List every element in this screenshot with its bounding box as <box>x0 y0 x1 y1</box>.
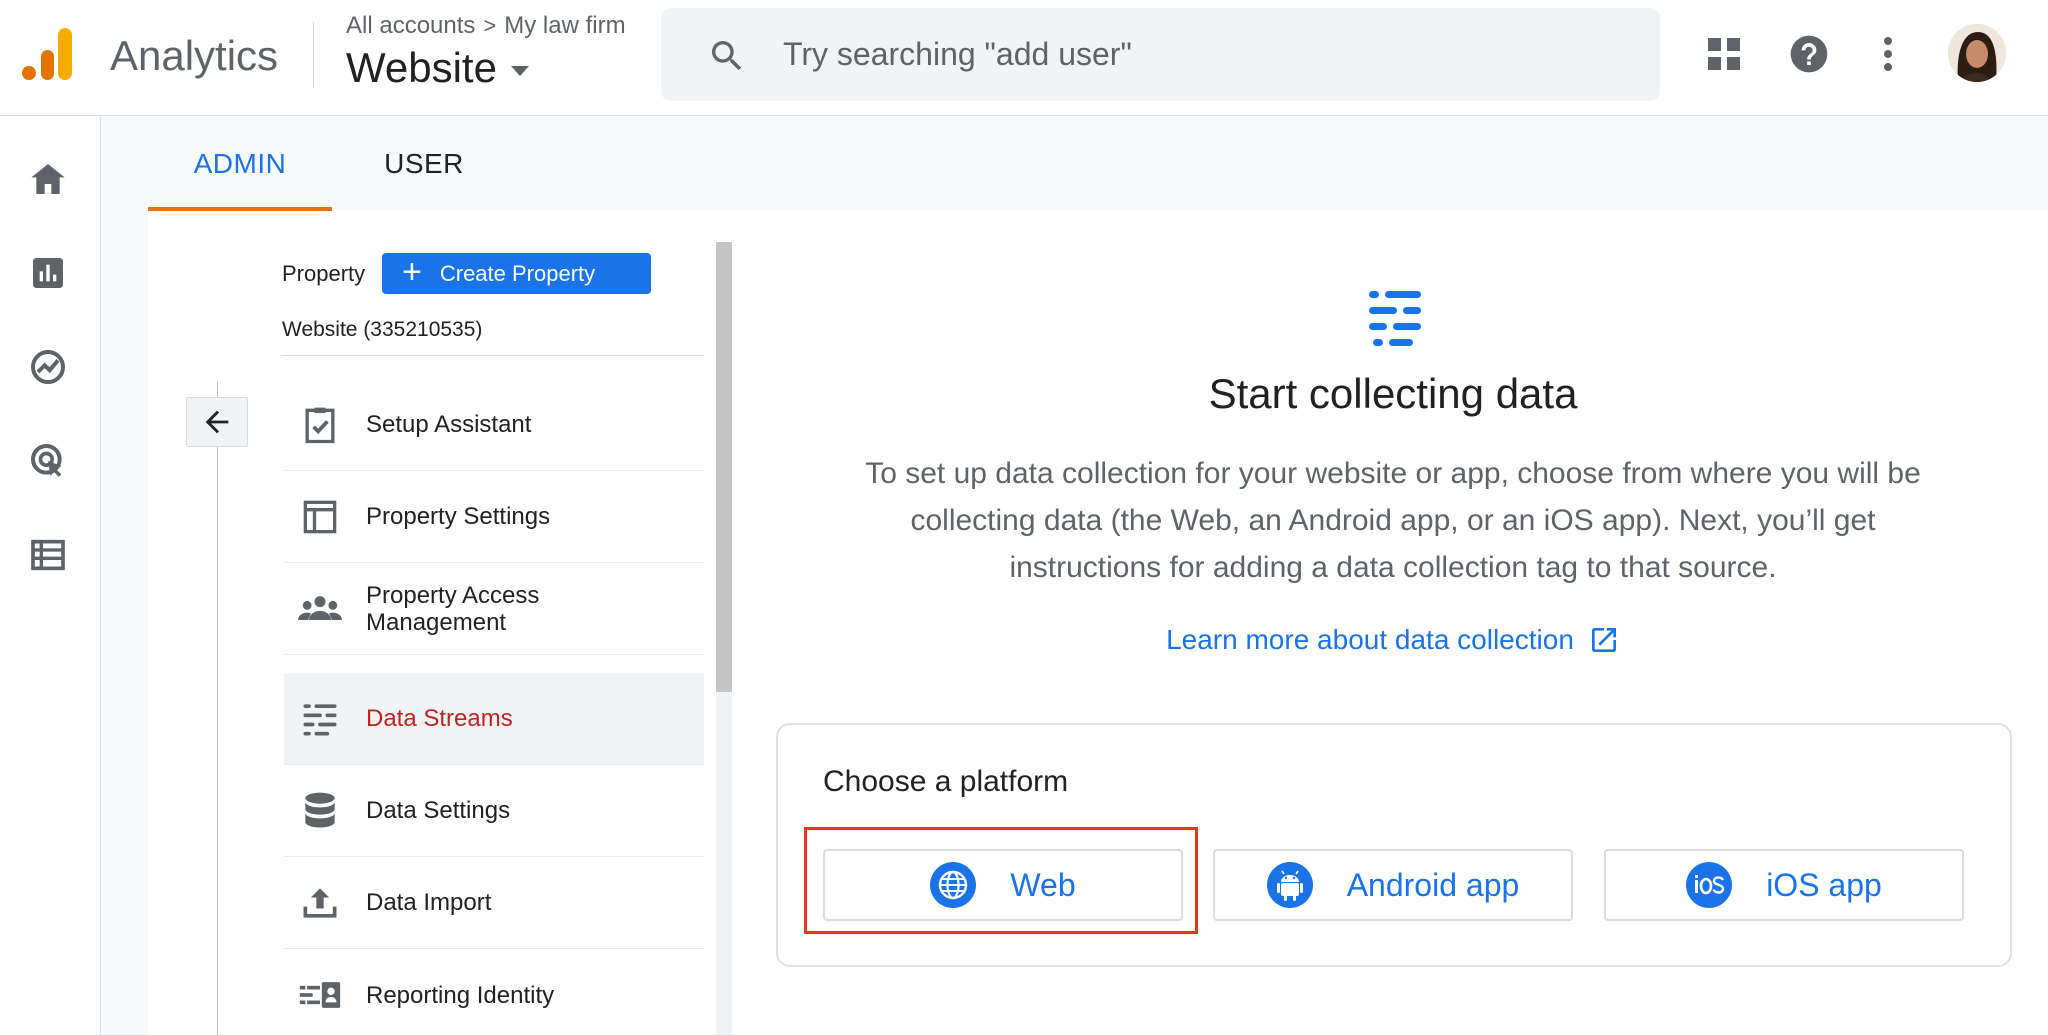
search-icon <box>712 41 742 71</box>
arrow-back-icon <box>205 410 229 434</box>
top-app-bar: Analytics All accounts > My law firm Web… <box>0 0 2048 116</box>
data-streams-icon <box>303 703 337 735</box>
advertising-icon[interactable] <box>28 441 68 481</box>
search-input[interactable] <box>783 8 1623 101</box>
people-icon <box>298 595 342 620</box>
upload-icon <box>303 887 337 918</box>
learn-more-link[interactable]: Learn more about data collection <box>1000 624 1786 656</box>
menu-item-label: Property Access Management <box>366 581 540 636</box>
menu-item-label: Data Import <box>366 889 492 916</box>
web-button-label: Web <box>1010 866 1076 903</box>
globe-icon <box>930 862 977 908</box>
reporting-identity-icon <box>299 982 341 1008</box>
database-icon <box>305 792 335 827</box>
property-selector[interactable]: Website <box>346 44 529 92</box>
tab-admin[interactable]: ADMIN <box>148 117 332 211</box>
menu-item-data-import[interactable]: Data Import <box>284 857 704 949</box>
tree-line <box>217 382 218 1035</box>
breadcrumb[interactable]: All accounts > My law firm <box>346 12 626 40</box>
property-settings-icon <box>303 500 337 533</box>
property-title: Website <box>346 44 497 91</box>
avatar[interactable] <box>1948 24 2006 82</box>
ios-icon <box>1686 862 1733 908</box>
search-bar[interactable] <box>661 8 1660 101</box>
analytics-logo[interactable] <box>20 26 76 82</box>
ios-button-label: iOS app <box>1766 866 1882 903</box>
avatar-image <box>1948 24 2006 82</box>
menu-item-data-streams[interactable]: Data Streams <box>284 673 704 765</box>
back-button[interactable] <box>186 397 248 447</box>
property-name[interactable]: Website (335210535) <box>282 318 482 342</box>
menu-item-label: Reporting Identity <box>366 981 555 1009</box>
menu-item-property-settings[interactable]: Property Settings <box>284 471 704 563</box>
property-divider <box>282 355 704 356</box>
android-app-platform-button[interactable]: Android app <box>1213 849 1573 921</box>
scrollbar-thumb[interactable] <box>716 242 732 692</box>
breadcrumb-separator: > <box>483 13 497 38</box>
chevron-down-icon <box>510 66 529 76</box>
tab-user[interactable]: USER <box>332 117 516 211</box>
property-column-label: Property <box>282 261 366 286</box>
menu-item-data-settings[interactable]: Data Settings <box>284 765 704 857</box>
android-icon <box>1266 862 1313 908</box>
platform-card-title: Choose a platform <box>823 765 1069 798</box>
create-property-button[interactable]: + Create Property <box>382 253 651 294</box>
breadcrumb-account[interactable]: My law firm <box>504 12 625 40</box>
platform-card <box>776 723 2012 967</box>
help-icon[interactable] <box>1787 32 1831 76</box>
menu-item-label: Property Settings <box>366 503 551 530</box>
brand-name: Analytics <box>110 32 279 79</box>
menu-item-setup-assistant[interactable]: Setup Assistant <box>284 379 704 471</box>
create-property-label: Create Property <box>439 260 596 286</box>
apps-grid-icon[interactable] <box>1702 32 1746 76</box>
nav-rail <box>0 117 101 1035</box>
admin-tabs: ADMIN USER <box>101 117 2048 211</box>
open-in-new-icon <box>1591 628 1616 652</box>
ios-app-platform-button[interactable]: iOS app <box>1604 849 1964 921</box>
menu-item-reporting-identity[interactable]: Reporting Identity <box>284 949 704 1035</box>
menu-item-label: Setup Assistant <box>366 411 532 438</box>
breadcrumb-all-accounts[interactable]: All accounts <box>346 12 475 40</box>
page-description: To set up data collection for your websi… <box>865 457 1921 584</box>
header-divider <box>313 22 314 88</box>
data-streams-icon <box>1369 291 1421 346</box>
menu-item-label: Data Streams <box>366 705 513 732</box>
configure-icon[interactable] <box>28 535 68 575</box>
checklist-icon <box>305 407 335 443</box>
home-icon[interactable] <box>28 159 68 199</box>
web-platform-button[interactable]: Web <box>823 849 1183 921</box>
plus-icon: + <box>402 253 422 291</box>
reports-icon[interactable] <box>28 253 68 293</box>
menu-item-label: Data Settings <box>366 797 511 824</box>
menu-item-property-access-management[interactable]: Property Access Management <box>284 563 704 655</box>
more-vert-icon[interactable] <box>1866 32 1910 76</box>
learn-more-label: Learn more about data collection <box>1166 624 1574 655</box>
explore-icon[interactable] <box>28 347 68 387</box>
page-title: Start collecting data <box>1208 370 1578 417</box>
android-button-label: Android app <box>1346 866 1520 903</box>
